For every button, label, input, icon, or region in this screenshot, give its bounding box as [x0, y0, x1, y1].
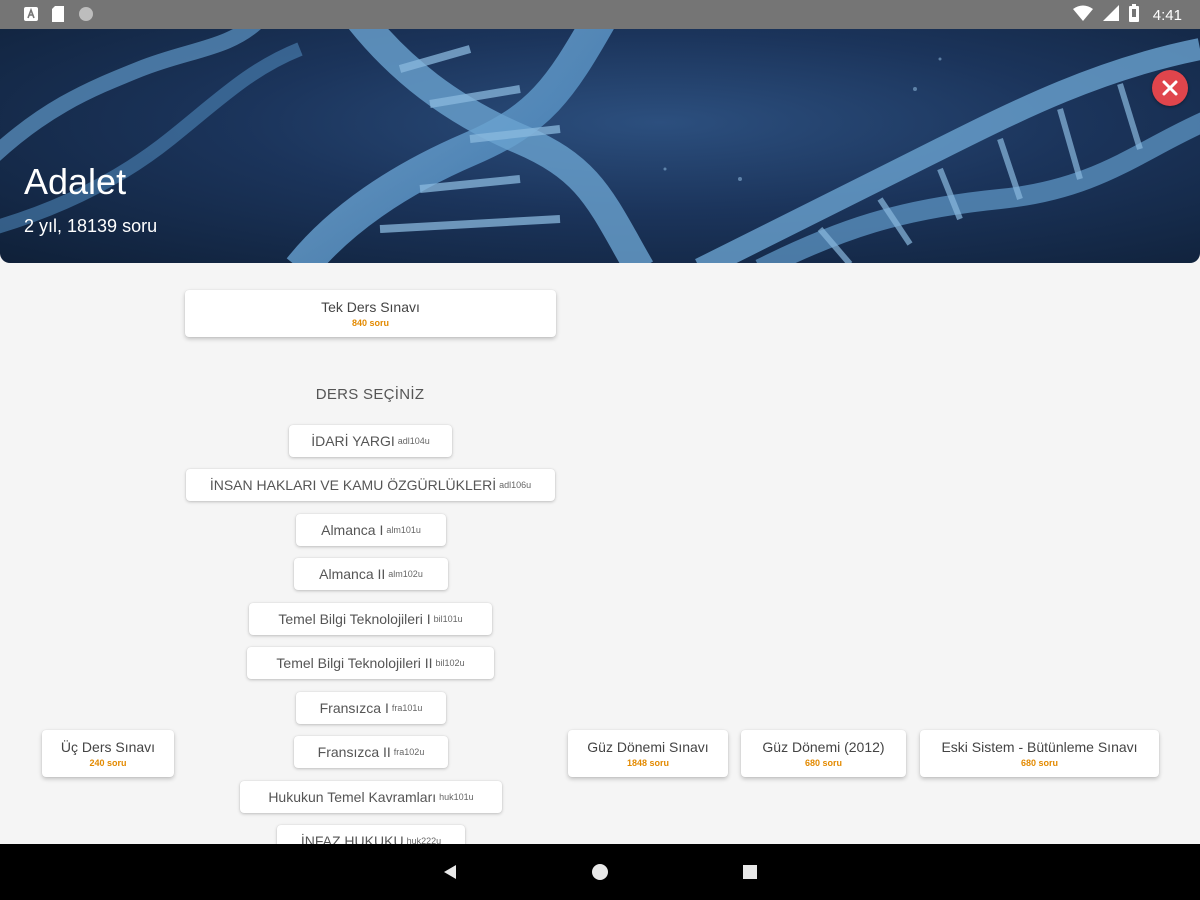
course-button[interactable]: Hukukun Temel Kavramları huk101u	[240, 781, 502, 813]
course-name: İNSAN HAKLARI VE KAMU ÖZGÜRLÜKLERİ	[209, 477, 497, 493]
dna-background-image	[0, 29, 1200, 263]
exam-card[interactable]: Eski Sistem - Bütünleme Sınavı 680 soru	[920, 730, 1159, 777]
page-title: Adalet	[24, 161, 127, 202]
course-name: Temel Bilgi Teknolojileri II	[276, 655, 433, 671]
sync-circle-icon	[78, 6, 94, 27]
app-notification-icon	[24, 7, 38, 26]
course-button[interactable]: İNSAN HAKLARI VE KAMU ÖZGÜRLÜKLERİ adl10…	[186, 469, 555, 501]
exam-card-title: Üç Ders Sınavı	[60, 739, 156, 755]
course-button[interactable]: Almanca I alm101u	[296, 514, 446, 546]
course-button[interactable]: Fransızca II fra102u	[294, 736, 448, 768]
course-button[interactable]: Temel Bilgi Teknolojileri I bil101u	[249, 603, 492, 635]
close-icon	[1162, 80, 1178, 96]
exam-card-count: 680 soru	[804, 758, 843, 768]
close-button[interactable]	[1152, 70, 1188, 106]
exam-card[interactable]: Güz Dönemi (2012) 680 soru	[741, 730, 906, 777]
course-code: adl106u	[499, 480, 532, 490]
course-code: alm102u	[388, 569, 423, 579]
course-name: Fransızca I	[319, 700, 389, 716]
course-name: İDARİ YARGI	[311, 433, 395, 449]
signal-icon	[1102, 5, 1119, 25]
course-button[interactable]: Fransızca I fra101u	[296, 692, 446, 724]
exam-card[interactable]: Güz Dönemi Sınavı 1848 soru	[568, 730, 728, 777]
recent-apps-square-icon[interactable]	[743, 865, 757, 879]
course-name: Fransızca II	[317, 744, 391, 760]
home-circle-icon[interactable]	[592, 864, 608, 880]
course-code: bil101u	[433, 614, 463, 624]
exam-card-count: 1848 soru	[626, 758, 670, 768]
exam-card[interactable]: Üç Ders Sınavı 240 soru	[42, 730, 174, 777]
page-subtitle: 2 yıl, 18139 soru	[24, 216, 158, 236]
exam-card-title: Eski Sistem - Bütünleme Sınavı	[941, 739, 1138, 755]
exam-card-count: 840 soru	[351, 318, 390, 328]
back-triangle-icon[interactable]	[442, 864, 458, 885]
course-code: alm101u	[386, 525, 421, 535]
course-code: fra101u	[391, 703, 423, 713]
course-button[interactable]: İDARİ YARGI adl104u	[289, 425, 452, 457]
course-code: bil102u	[435, 658, 465, 668]
status-bar: 4:41	[0, 0, 1200, 29]
exam-card-count: 680 soru	[1020, 758, 1059, 768]
exam-card-count: 240 soru	[89, 758, 127, 768]
exam-card-title: Tek Ders Sınavı	[321, 299, 420, 315]
course-code: fra102u	[393, 747, 425, 757]
wifi-icon	[1072, 5, 1093, 25]
course-name: Hukukun Temel Kavramları	[268, 789, 437, 805]
status-clock: 4:41	[1152, 6, 1182, 24]
course-name: Almanca I	[321, 522, 384, 538]
course-name: Almanca II	[319, 566, 386, 582]
course-name: Temel Bilgi Teknolojileri I	[278, 611, 431, 627]
section-title: DERS SEÇİNİZ	[315, 386, 425, 403]
course-button[interactable]: Almanca II alm102u	[294, 558, 448, 590]
course-code: adl104u	[397, 436, 430, 446]
course-button[interactable]: Temel Bilgi Teknolojileri II bil102u	[247, 647, 494, 679]
battery-icon	[1128, 4, 1139, 26]
course-code: huk101u	[439, 792, 474, 802]
navigation-bar	[0, 844, 1200, 900]
exam-card-title: Güz Dönemi (2012)	[762, 739, 885, 755]
header-banner: Adalet 2 yıl, 18139 soru	[0, 29, 1200, 263]
sd-card-icon	[52, 6, 64, 27]
exam-card-title: Güz Dönemi Sınavı	[587, 739, 709, 755]
single-exam-card[interactable]: Tek Ders Sınavı 840 soru	[185, 290, 556, 337]
